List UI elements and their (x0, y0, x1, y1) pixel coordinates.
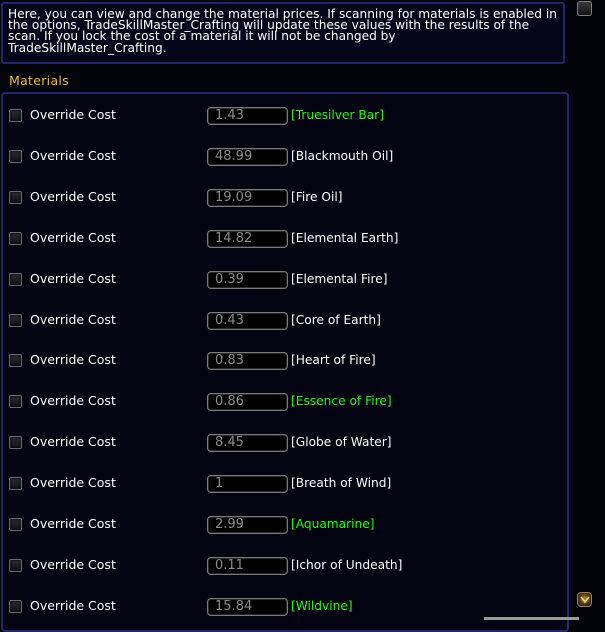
override-cost-label[interactable]: Override Cost (30, 351, 116, 369)
material-item-link[interactable]: [Wildvine] (291, 597, 353, 615)
info-description-box: Here, you can view and change the materi… (1, 2, 565, 64)
material-item-link[interactable]: [Essence of Fire] (291, 392, 392, 410)
override-cost-label[interactable]: Override Cost (30, 106, 116, 124)
material-item-link[interactable]: [Elemental Fire] (291, 270, 387, 288)
material-item-link[interactable]: [Ichor of Undeath] (291, 556, 402, 574)
override-cost-checkbox[interactable] (9, 231, 22, 245)
materials-section-title: Materials (9, 73, 69, 88)
material-cost-input[interactable]: 19.09 (207, 188, 288, 207)
material-item-link[interactable]: [Core of Earth] (291, 311, 381, 329)
material-cost-input[interactable]: 8.45 (207, 434, 288, 453)
material-row: Override Cost 0.11 [Ichor of Undeath] (3, 556, 567, 578)
material-row: Override Cost 0.43 [Core of Earth] (3, 311, 567, 333)
material-row: Override Cost 2.99 [Aquamarine] (3, 515, 567, 537)
material-row: Override Cost 0.39 [Elemental Fire] (3, 270, 567, 292)
override-cost-checkbox[interactable] (9, 109, 22, 122)
material-row: Override Cost 19.09 [Fire Oil] (3, 188, 567, 210)
material-cost-input[interactable]: 1 (207, 475, 288, 494)
material-cost-input[interactable]: 48.99 (207, 147, 288, 166)
material-cost-input[interactable]: 0.83 (207, 352, 288, 371)
material-row: Override Cost 8.45 [Globe of Water] (3, 433, 567, 455)
override-cost-label[interactable]: Override Cost (30, 229, 116, 247)
override-cost-label[interactable]: Override Cost (30, 392, 116, 410)
override-cost-checkbox[interactable] (9, 272, 22, 286)
material-item-link[interactable]: [Heart of Fire] (291, 351, 376, 369)
override-cost-checkbox[interactable] (9, 354, 22, 368)
material-row: Override Cost 1.43 [Truesilver Bar] (3, 106, 567, 128)
material-item-link[interactable]: [Blackmouth Oil] (291, 147, 393, 165)
override-cost-checkbox[interactable] (9, 436, 22, 450)
override-cost-checkbox[interactable] (9, 599, 22, 613)
material-cost-input[interactable]: 15.84 (207, 597, 288, 616)
override-cost-checkbox[interactable] (9, 395, 22, 409)
scroll-thumb-icon[interactable] (577, 592, 592, 607)
material-cost-input[interactable]: 0.11 (207, 556, 288, 575)
override-cost-label[interactable]: Override Cost (30, 188, 116, 206)
material-item-link[interactable]: [Elemental Earth] (291, 229, 398, 247)
override-cost-label[interactable]: Override Cost (30, 311, 116, 329)
material-cost-input[interactable]: 1.43 (207, 107, 288, 125)
material-row: Override Cost 1 [Breath of Wind] (3, 474, 567, 496)
material-item-link[interactable]: [Aquamarine] (291, 515, 375, 533)
material-row: Override Cost 0.86 [Essence of Fire] (3, 392, 567, 414)
override-cost-label[interactable]: Override Cost (30, 433, 116, 451)
material-item-link[interactable]: [Fire Oil] (291, 188, 343, 206)
override-cost-label[interactable]: Override Cost (30, 474, 116, 492)
override-cost-checkbox[interactable] (9, 518, 22, 531)
material-item-link[interactable]: [Truesilver Bar] (291, 106, 384, 124)
materials-panel: Override Cost 1.43 [Truesilver Bar] Overrid… (1, 92, 569, 632)
material-cost-input[interactable]: 0.86 (207, 393, 288, 412)
material-row: Override Cost 0.83 [Heart of Fire] (3, 351, 567, 373)
override-cost-checkbox[interactable] (9, 477, 22, 491)
override-cost-label[interactable]: Override Cost (30, 147, 116, 165)
override-cost-checkbox[interactable] (9, 558, 22, 572)
material-cost-input[interactable]: 0.43 (207, 311, 288, 330)
override-cost-label[interactable]: Override Cost (30, 597, 116, 615)
override-cost-label[interactable]: Override Cost (30, 556, 116, 574)
override-cost-label[interactable]: Override Cost (30, 270, 116, 288)
info-description-text: Here, you can view and change the materi… (8, 7, 558, 55)
override-cost-checkbox[interactable] (9, 149, 22, 163)
override-cost-checkbox[interactable] (9, 313, 22, 327)
material-item-link[interactable]: [Globe of Water] (291, 433, 392, 451)
material-row: Override Cost 14.82 [Elemental Earth] (3, 229, 567, 251)
material-row: Override Cost 15.84 [Wildvine] (3, 597, 567, 619)
material-row: Override Cost 48.99 [Blackmouth Oil] (3, 147, 567, 169)
override-cost-checkbox[interactable] (9, 190, 22, 204)
material-cost-input[interactable]: 0.39 (207, 270, 288, 289)
material-cost-input[interactable]: 2.99 (207, 516, 288, 534)
material-item-link[interactable]: [Breath of Wind] (291, 474, 391, 492)
material-cost-input[interactable]: 14.82 (207, 229, 288, 248)
override-cost-label[interactable]: Override Cost (30, 515, 116, 533)
scroll-up-button[interactable] (577, 1, 592, 16)
